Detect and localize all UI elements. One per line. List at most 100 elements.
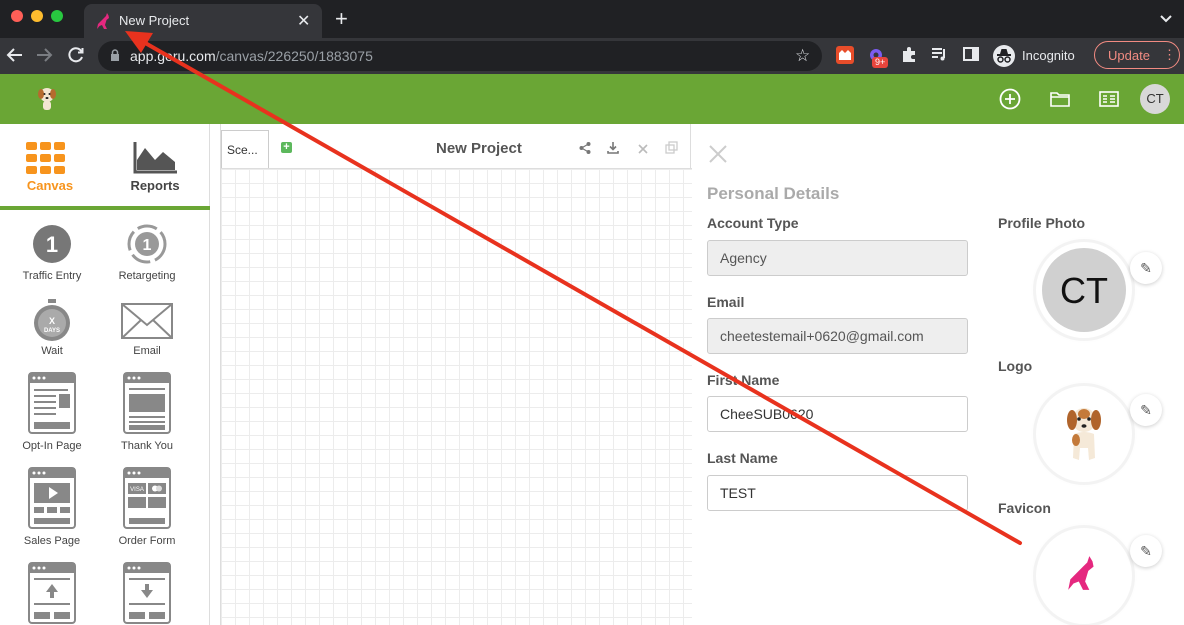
puppy-logo-icon bbox=[1064, 404, 1104, 469]
edit-profile-photo-button[interactable]: ✎ bbox=[1130, 252, 1162, 284]
address-bar[interactable]: app.geru.com/canvas/226250/1883075 ☆ bbox=[98, 41, 822, 71]
tool-label: Email bbox=[133, 345, 161, 357]
forward-icon[interactable] bbox=[35, 46, 53, 69]
downsell-page-icon bbox=[123, 562, 171, 625]
lock-icon[interactable] bbox=[110, 49, 120, 67]
url-text: app.geru.com/canvas/226250/1883075 bbox=[130, 48, 373, 64]
logo-label: Logo bbox=[998, 358, 1033, 374]
last-name-label: Last Name bbox=[707, 450, 778, 466]
left-sidebar: Canvas Reports 1 Traffic Entry 1 Retarge… bbox=[0, 124, 210, 625]
kangaroo-favicon-icon bbox=[1066, 554, 1100, 597]
profile-photo-label: Profile Photo bbox=[998, 215, 1086, 231]
reload-icon[interactable] bbox=[67, 46, 85, 69]
sales-page-icon bbox=[28, 467, 76, 532]
side-panel-icon[interactable] bbox=[962, 45, 980, 68]
logo-image bbox=[1036, 386, 1132, 482]
panel-title: Personal Details bbox=[707, 184, 840, 203]
app-header: CT bbox=[0, 74, 1184, 124]
first-name-label: First Name bbox=[707, 372, 780, 388]
close-icon[interactable] bbox=[708, 144, 728, 169]
email-field[interactable] bbox=[707, 318, 968, 354]
number-one-icon: 1 bbox=[32, 224, 72, 267]
thankyou-page-icon bbox=[123, 372, 171, 437]
wait-icon-x: X bbox=[49, 316, 55, 326]
stopwatch-icon: X DAYS bbox=[32, 299, 72, 346]
scene-tab[interactable]: Sce... bbox=[221, 130, 269, 168]
retarget-icon: 1 bbox=[127, 224, 167, 267]
tool-label: Traffic Entry bbox=[22, 270, 82, 282]
folder-icon[interactable] bbox=[1049, 88, 1071, 115]
favicon-label: Favicon bbox=[998, 500, 1051, 516]
profile-photo: CT bbox=[1036, 242, 1132, 338]
tab-search-icon[interactable] bbox=[1160, 10, 1172, 28]
pencil-icon: ✎ bbox=[1140, 402, 1152, 418]
media-queue-icon[interactable] bbox=[930, 45, 948, 68]
wait-icon-days: DAYS bbox=[44, 328, 60, 334]
favicon-image bbox=[1036, 528, 1132, 624]
active-tab-underline bbox=[0, 206, 210, 210]
extensions-puzzle-icon[interactable] bbox=[900, 45, 918, 68]
tool-label: Retargeting bbox=[118, 270, 176, 282]
incognito-icon[interactable] bbox=[992, 44, 1016, 73]
copy-icon[interactable] bbox=[665, 141, 678, 159]
email-label: Email bbox=[707, 294, 745, 310]
edit-favicon-button[interactable]: ✎ bbox=[1130, 535, 1162, 567]
url-domain: app. bbox=[130, 48, 158, 64]
add-scene-button[interactable]: + bbox=[281, 142, 292, 153]
download-icon[interactable] bbox=[607, 141, 619, 159]
update-button[interactable]: Update ⋮ bbox=[1094, 41, 1180, 69]
tool-label: Thank You bbox=[121, 440, 173, 452]
screen: { "browser": { "tab_title": "New Project… bbox=[0, 0, 1184, 625]
add-circle-icon[interactable] bbox=[999, 88, 1021, 115]
optin-page-icon bbox=[28, 372, 76, 437]
canvas-area: Sce... + New Project bbox=[220, 124, 692, 625]
share-icon[interactable] bbox=[579, 141, 591, 159]
window-close-button[interactable] bbox=[11, 10, 23, 22]
new-tab-button[interactable]: + bbox=[335, 6, 348, 32]
browser-tab[interactable]: New Project ✕ bbox=[84, 4, 322, 38]
envelope-icon bbox=[121, 303, 173, 342]
tab-close-icon[interactable]: ✕ bbox=[297, 11, 310, 31]
first-name-field[interactable] bbox=[707, 396, 968, 432]
url-domain-rest: geru.com bbox=[157, 48, 216, 64]
more-menu-icon: ⋮ bbox=[1163, 47, 1176, 62]
puppy-logo-icon[interactable] bbox=[36, 86, 58, 117]
pencil-icon: ✎ bbox=[1140, 543, 1152, 559]
tab-reports-label: Reports bbox=[130, 178, 180, 193]
personal-details-panel: Personal Details Account Type Email Firs… bbox=[692, 124, 1184, 625]
account-type-label: Account Type bbox=[707, 215, 799, 231]
tool-label: Sales Page bbox=[23, 535, 81, 547]
last-name-field[interactable] bbox=[707, 475, 968, 511]
upsell-page-icon bbox=[28, 562, 76, 625]
edit-logo-button[interactable]: ✎ bbox=[1130, 394, 1162, 426]
tool-label: Order Form bbox=[118, 535, 176, 547]
window-maximize-button[interactable] bbox=[51, 10, 63, 22]
project-title: New Project bbox=[436, 140, 522, 157]
order-form-visa: VISA bbox=[130, 487, 144, 493]
url-path: /canvas/226250/1883075 bbox=[215, 48, 373, 64]
tool-label: Wait bbox=[41, 345, 63, 357]
browser-tab-bar: New Project ✕ + bbox=[0, 0, 1184, 38]
user-avatar[interactable]: CT bbox=[1140, 84, 1170, 114]
back-icon[interactable] bbox=[6, 46, 24, 69]
canvas-grid[interactable] bbox=[221, 168, 692, 625]
delete-x-icon[interactable] bbox=[638, 141, 648, 159]
kangaroo-favicon-icon bbox=[96, 12, 112, 35]
extension-castle-icon[interactable] bbox=[835, 45, 855, 70]
tab-title: New Project bbox=[119, 13, 190, 28]
chart-icon bbox=[133, 142, 177, 177]
dashboard-icon[interactable] bbox=[1098, 88, 1120, 115]
tool-label: Opt-In Page bbox=[22, 440, 82, 452]
account-type-field[interactable] bbox=[707, 240, 968, 276]
order-form-icon: VISA bbox=[123, 467, 171, 532]
grid-icon bbox=[26, 142, 66, 177]
incognito-label: Incognito bbox=[1022, 48, 1075, 63]
extension-badge: 9+ bbox=[872, 57, 889, 68]
svg-text:1: 1 bbox=[143, 237, 152, 254]
svg-text:1: 1 bbox=[46, 232, 58, 257]
window-minimize-button[interactable] bbox=[31, 10, 43, 22]
browser-toolbar: app.geru.com/canvas/226250/1883075 ☆ 9+ … bbox=[0, 38, 1184, 74]
bookmark-star-icon[interactable]: ☆ bbox=[795, 46, 810, 66]
update-label: Update bbox=[1108, 48, 1150, 63]
tab-canvas-label: Canvas bbox=[26, 178, 74, 193]
